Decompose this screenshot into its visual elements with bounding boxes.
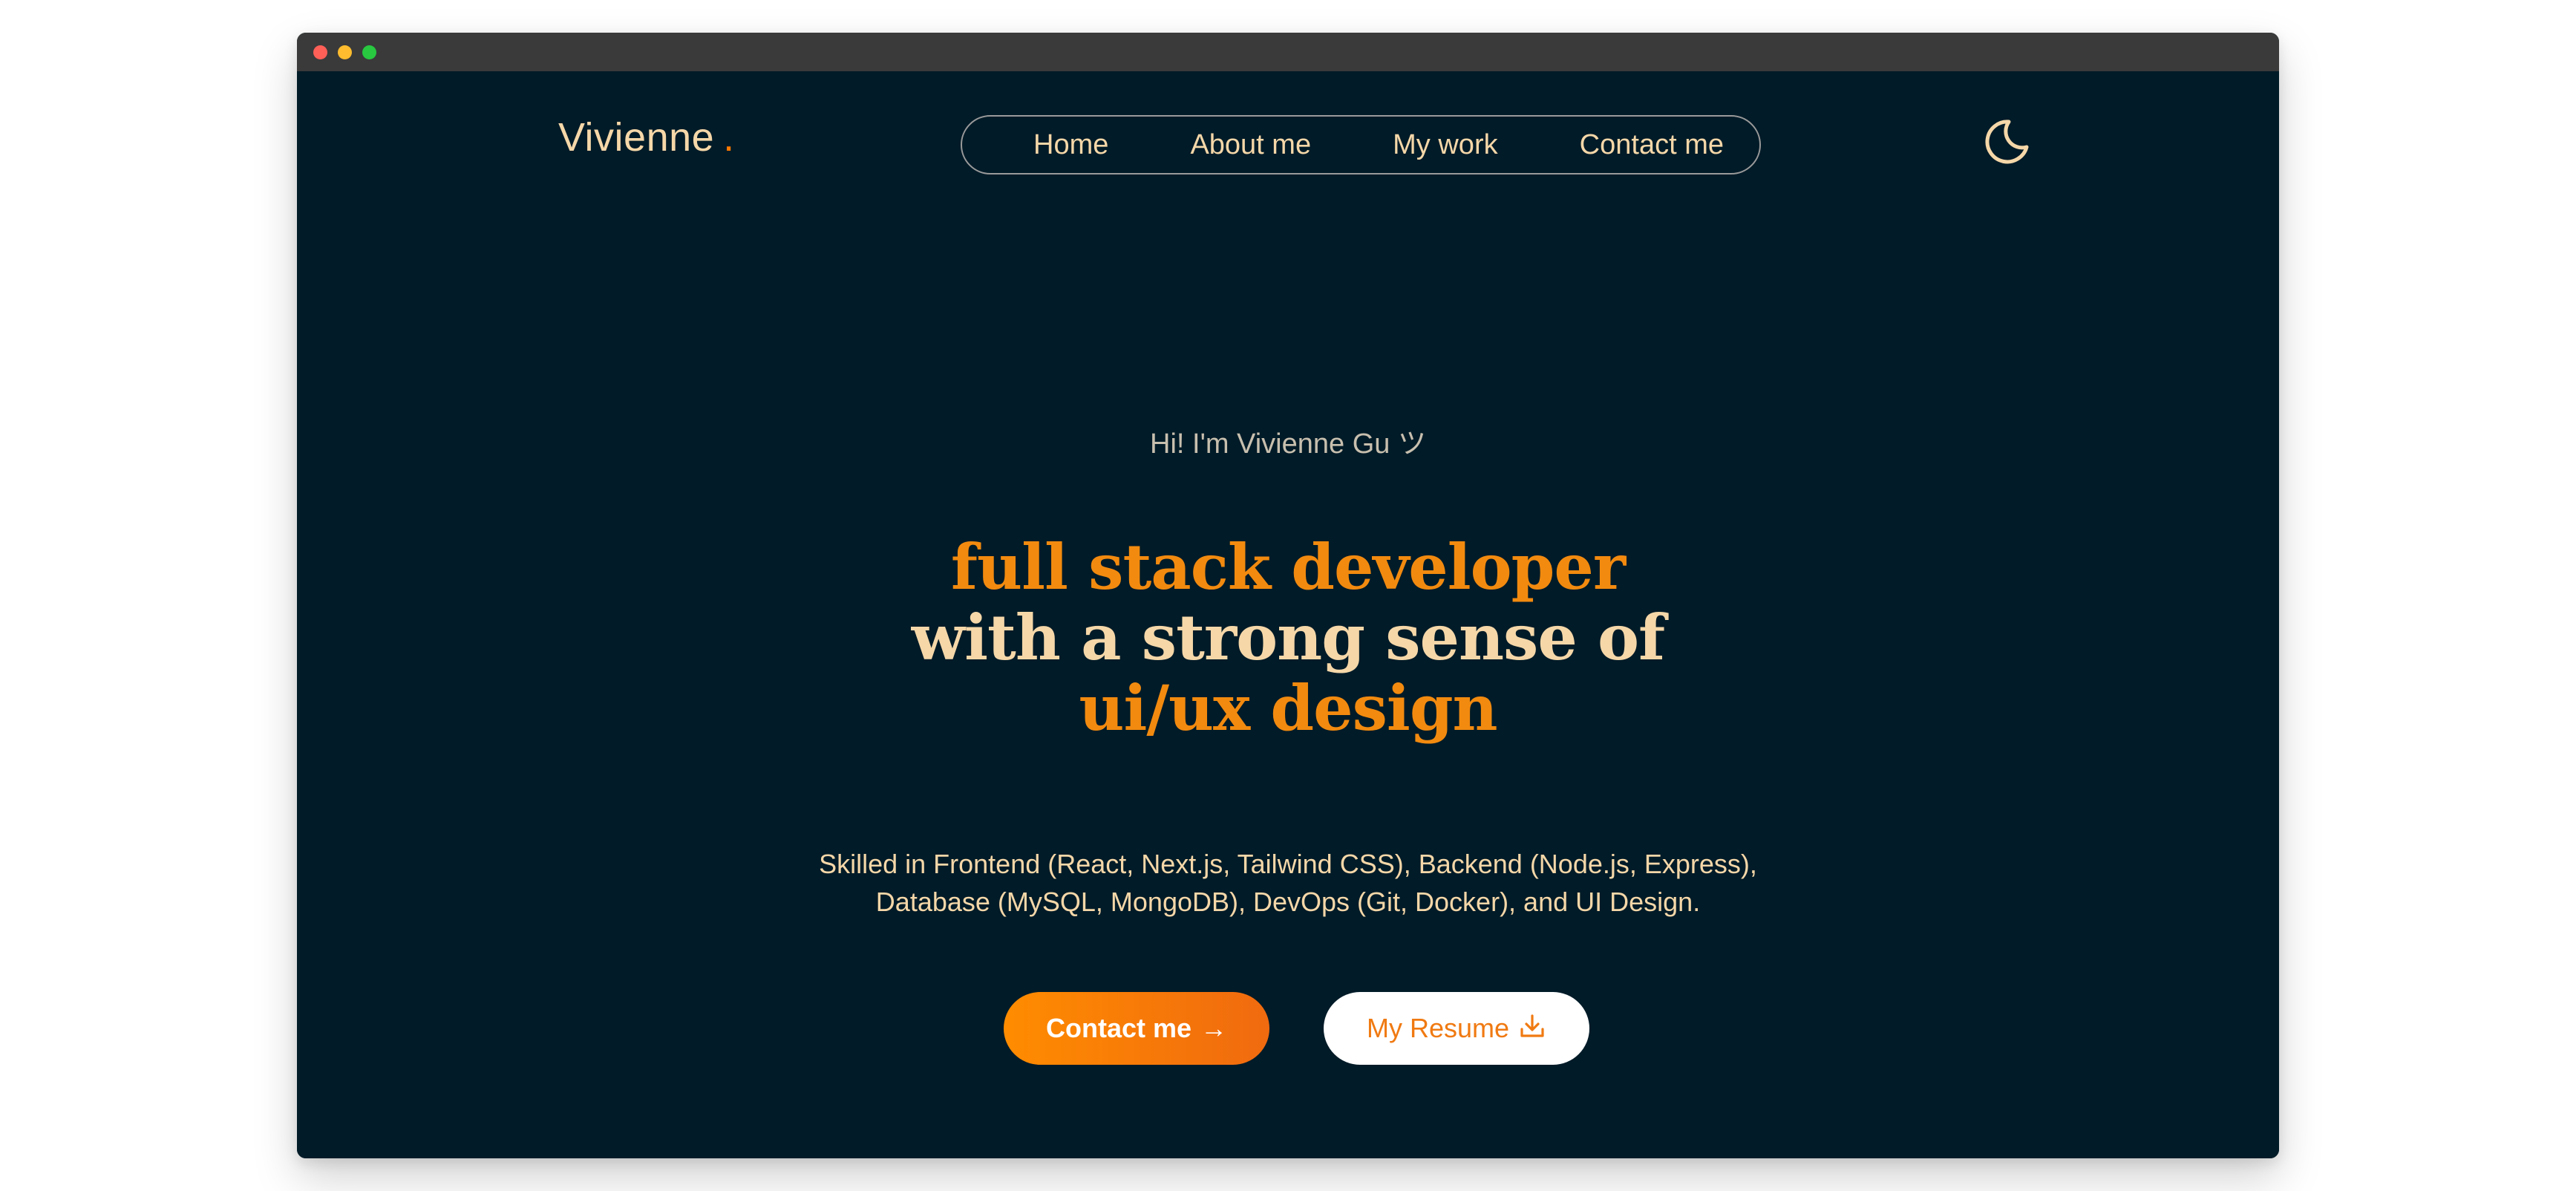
skills-description: Skilled in Frontend (React, Next.js, Tai… (297, 845, 2279, 921)
skills-line-1: Skilled in Frontend (React, Next.js, Tai… (819, 849, 1757, 879)
headline-line-2: with a strong sense of (911, 601, 1665, 674)
site-logo[interactable]: Vivienne. (558, 117, 735, 157)
logo-text: Vivienne (558, 115, 715, 160)
contact-me-button-label: Contact me (1045, 1013, 1192, 1043)
window-titlebar (297, 33, 2279, 71)
moon-icon (1985, 120, 2029, 164)
my-resume-button[interactable]: My Resume (1324, 992, 1589, 1065)
minimize-window-button[interactable] (338, 45, 352, 59)
browser-window: Vivienne. Home About me My work Contact … (297, 33, 2279, 1158)
skills-line-2: Database (MySQL, MongoDB), DevOps (Git, … (875, 887, 1701, 917)
download-icon (1518, 1012, 1546, 1045)
headline-line-1: full stack developer (950, 530, 1626, 604)
main-nav: Home About me My work Contact me (961, 115, 1761, 174)
close-window-button[interactable] (313, 45, 327, 59)
contact-me-button[interactable]: Contact me → (1004, 992, 1269, 1065)
arrow-right-icon: → (1200, 1013, 1228, 1043)
hero-headline: full stack developer with a strong sense… (297, 532, 2279, 743)
logo-dot: . (723, 115, 735, 160)
my-resume-button-label: My Resume (1366, 1013, 1510, 1043)
nav-about-me[interactable]: About me (1190, 129, 1311, 161)
headline-line-3: ui/ux design (1079, 671, 1497, 745)
nav-contact-me[interactable]: Contact me (1580, 129, 1724, 161)
portfolio-page: Vivienne. Home About me My work Contact … (297, 71, 2279, 1158)
nav-my-work[interactable]: My work (1393, 129, 1497, 161)
hero-greeting: Hi! I'm Vivienne Gu ツ (1150, 428, 1426, 460)
theme-toggle-button[interactable] (1984, 117, 2031, 165)
nav-home[interactable]: Home (1033, 129, 1108, 161)
maximize-window-button[interactable] (362, 45, 376, 59)
